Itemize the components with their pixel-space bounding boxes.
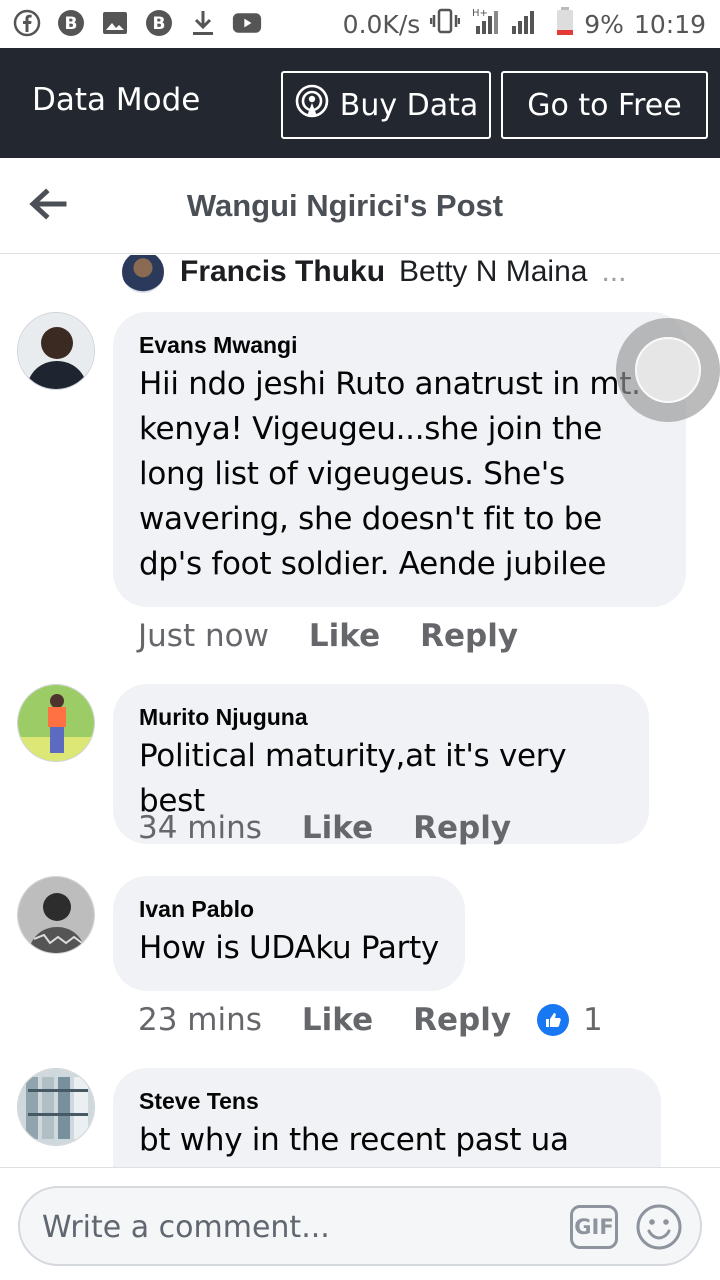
app-b-icon: B <box>56 8 86 38</box>
comments-feed[interactable]: Francis Thuku Betty N Maina ... Evans Mw… <box>0 255 720 1167</box>
avatar[interactable] <box>17 1068 95 1146</box>
data-mode-bar: Data Mode Buy Data Go to Free <box>0 48 720 158</box>
comment-input[interactable]: Write a comment... GIF <box>18 1186 702 1266</box>
facebook-notification-icon <box>12 8 42 38</box>
post-header: Wangui Ngirici's Post <box>0 158 720 254</box>
page-title: Wangui Ngirici's Post <box>186 188 504 223</box>
like-button[interactable]: Like <box>302 1002 373 1038</box>
floating-assist-inner <box>635 337 701 403</box>
youtube-icon <box>232 8 262 38</box>
comment-bubble[interactable]: Evans Mwangi Hii ndo jeshi Ruto anatrust… <box>113 312 686 607</box>
reply-button[interactable]: Reply <box>413 1002 511 1038</box>
reactors-more[interactable]: ... <box>601 255 626 289</box>
comment-text: Hii ndo jeshi Ruto anatrust in mt. kenya… <box>139 366 641 582</box>
svg-text:B: B <box>153 14 166 34</box>
data-mode-title: Data Mode <box>32 82 201 118</box>
comment-time: Just now <box>138 618 269 654</box>
reactor-avatar <box>120 255 166 295</box>
battery-percent: 9% <box>584 9 624 39</box>
comment-bubble[interactable]: Ivan Pablo How is UDAku Party <box>113 876 465 991</box>
notification-icons: B B <box>12 8 262 38</box>
comment-placeholder: Write a comment... <box>42 1210 330 1245</box>
comment-text: How is UDAku Party <box>139 930 439 966</box>
status-indicators: 0.0K/s H+ 9% 10:19 <box>342 6 706 43</box>
battery-icon <box>556 6 574 43</box>
go-to-free-button[interactable]: Go to Free <box>501 71 708 139</box>
app-b-icon-2: B <box>144 8 174 38</box>
comment-meta: Just now Like Reply <box>138 618 518 654</box>
reply-button[interactable]: Reply <box>413 810 511 846</box>
status-bar: B B 0.0K/s H+ 9% 10:19 <box>0 0 720 48</box>
reactors-row[interactable]: Francis Thuku Betty N Maina ... <box>120 255 626 295</box>
image-icon <box>100 8 130 38</box>
comment-meta: 23 mins Like Reply 1 <box>138 1002 603 1038</box>
buy-data-label: Buy Data <box>339 87 479 123</box>
signal-icon: H+ <box>470 6 546 43</box>
comment-text: bt why in the recent past ua boss <box>139 1122 569 1158</box>
network-type: H+ <box>472 8 488 19</box>
avatar[interactable] <box>17 684 95 762</box>
comment-meta: 34 mins Like Reply <box>138 810 511 846</box>
comment-author[interactable]: Ivan Pablo <box>139 894 439 924</box>
svg-text:B: B <box>65 14 78 34</box>
comment-time: 23 mins <box>138 1002 262 1038</box>
emoji-icon[interactable] <box>634 1202 684 1252</box>
clock: 10:19 <box>633 9 706 39</box>
broadcast-icon <box>294 83 330 127</box>
go-to-free-label: Go to Free <box>527 87 682 123</box>
like-count[interactable]: 1 <box>537 1002 603 1038</box>
like-button[interactable]: Like <box>302 810 373 846</box>
comment-author[interactable]: Steve Tens <box>139 1086 635 1116</box>
download-icon <box>188 8 218 38</box>
net-speed: 0.0K/s <box>342 9 421 39</box>
avatar[interactable] <box>17 876 95 954</box>
gif-button[interactable]: GIF <box>570 1205 618 1249</box>
reactor-name[interactable]: Francis Thuku <box>180 255 385 289</box>
thumbs-up-icon <box>537 1004 570 1036</box>
buy-data-button[interactable]: Buy Data <box>281 71 491 139</box>
comment-author[interactable]: Evans Mwangi <box>139 330 660 360</box>
comment-composer: Write a comment... GIF <box>0 1167 720 1280</box>
like-count-value: 1 <box>583 1002 603 1038</box>
comment-bubble[interactable]: Steve Tens bt why in the recent past ua … <box>113 1068 661 1167</box>
reply-button[interactable]: Reply <box>420 618 518 654</box>
comment-author[interactable]: Murito Njuguna <box>139 702 623 732</box>
floating-assist-button[interactable] <box>616 318 720 422</box>
vibrate-icon <box>430 7 461 42</box>
avatar[interactable] <box>17 312 95 390</box>
reactor-name[interactable]: Betty N Maina <box>399 255 587 289</box>
like-button[interactable]: Like <box>309 618 380 654</box>
comment-time: 34 mins <box>138 810 262 846</box>
